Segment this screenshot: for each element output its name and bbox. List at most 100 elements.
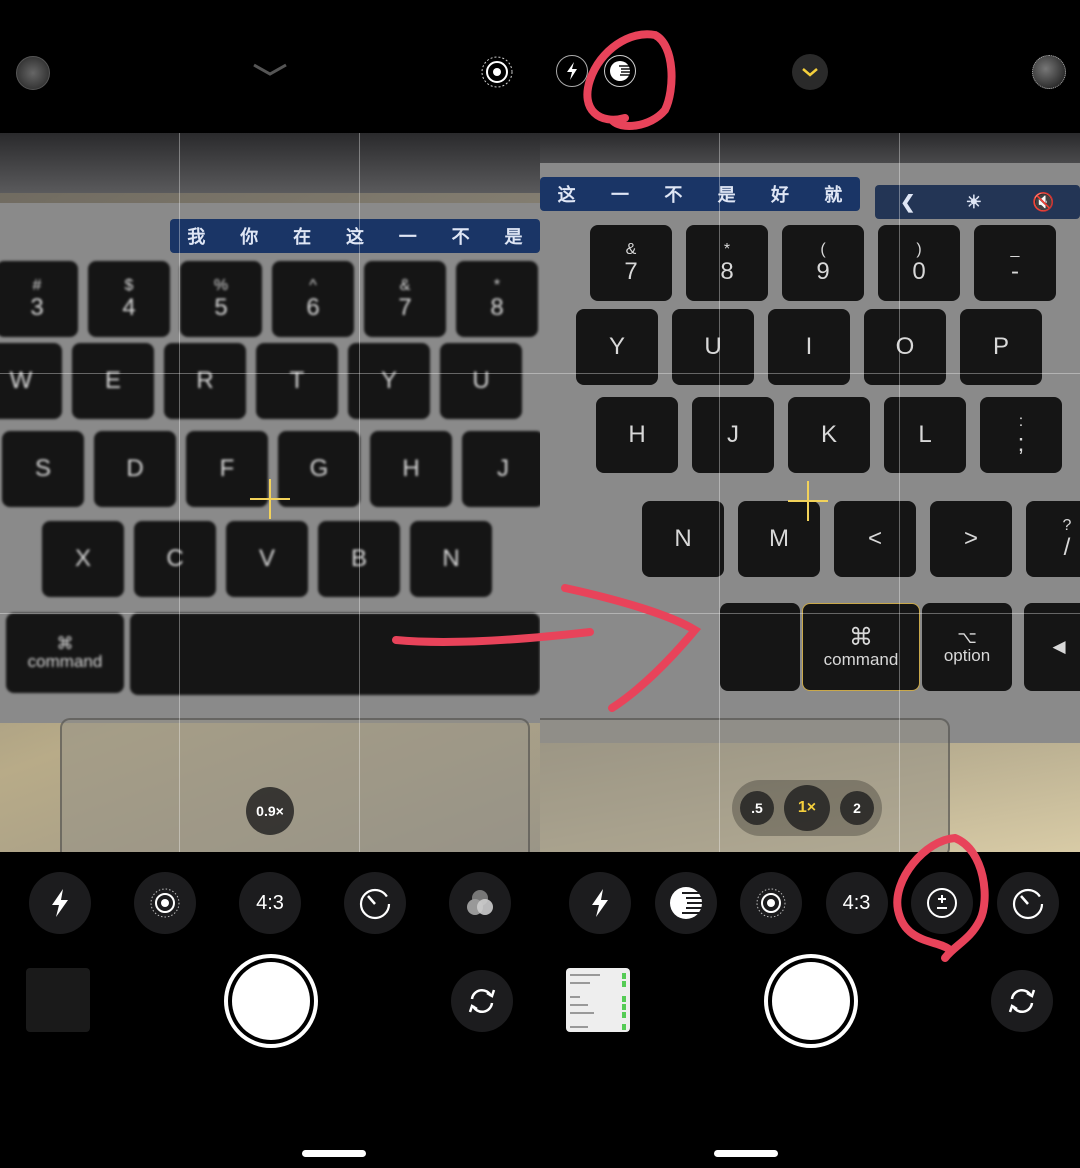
- grid-line: [179, 133, 180, 852]
- live-photo-off-icon[interactable]: [1032, 55, 1066, 89]
- home-indicator[interactable]: [302, 1150, 366, 1157]
- key: S: [2, 431, 84, 507]
- zoom-selector: .5 1× 2: [732, 780, 882, 836]
- grid-line: [0, 613, 540, 614]
- key-symbol: ): [916, 241, 922, 258]
- touch-bar-control: ❮: [900, 191, 916, 212]
- aspect-ratio-button[interactable]: 4:3: [825, 872, 888, 934]
- flash-button[interactable]: [29, 872, 91, 934]
- camera-screen-after: 这一不是好就 ❮ ☀ 🔇 & 7 * 8(9) 0 _ - Y U I O P H J K L:; N M < >? / ⌘…: [540, 0, 1080, 1168]
- key-symbol: &: [625, 241, 637, 258]
- aspect-ratio-button[interactable]: 4:3: [239, 872, 301, 934]
- night-mode-button[interactable]: [654, 872, 717, 934]
- key-label: Y: [608, 333, 625, 361]
- key-label: >: [963, 525, 978, 553]
- key-label: 9: [816, 257, 830, 285]
- shutter-button[interactable]: [224, 954, 318, 1048]
- flash-icon[interactable]: [556, 55, 588, 87]
- arrow-left-key: ◀: [1024, 603, 1080, 691]
- key-symbol: ⌥: [957, 628, 977, 648]
- key-label: J: [727, 421, 739, 449]
- viewfinder[interactable]: 我你在这一不是 #3 $4% 5 ^ 6 & 7 * 8 W E R T Y U S D F G H J X C V B N ⌘ …: [0, 133, 540, 852]
- key: % 5: [180, 261, 262, 337]
- photo-thumbnail[interactable]: [26, 968, 90, 1032]
- flip-camera-button[interactable]: [991, 970, 1053, 1032]
- flash-icon: [588, 888, 612, 918]
- key-symbol: *: [493, 277, 501, 294]
- key: C: [134, 521, 216, 597]
- chevron-down-icon[interactable]: [250, 60, 290, 80]
- key: V: [226, 521, 308, 597]
- key-symbol: ?: [1062, 517, 1072, 534]
- key-label: 3: [30, 293, 44, 321]
- key: $4: [88, 261, 170, 337]
- key-label: option: [943, 646, 991, 665]
- zoom-option-button[interactable]: 2: [840, 791, 874, 825]
- key: _ -: [974, 225, 1056, 301]
- live-photo-icon[interactable]: [480, 55, 514, 89]
- timer-icon: [1011, 886, 1045, 920]
- key: <: [834, 501, 916, 577]
- touch-bar-candidate: 你: [240, 227, 259, 247]
- flip-camera-button[interactable]: [451, 970, 513, 1032]
- key: N: [410, 521, 492, 597]
- key: (9: [782, 225, 864, 301]
- shutter-button[interactable]: [764, 954, 858, 1048]
- touch-bar-control: ☀: [965, 191, 982, 212]
- key: L: [884, 397, 966, 473]
- key-label: C: [166, 545, 184, 573]
- option-key: ⌥ option: [922, 603, 1012, 691]
- timer-button[interactable]: [344, 872, 406, 934]
- key: & 7: [590, 225, 672, 301]
- key-label: V: [258, 545, 275, 573]
- key-label: K: [820, 421, 837, 449]
- key-label: X: [74, 545, 91, 573]
- grid-line: [0, 373, 540, 374]
- chevron-down-icon[interactable]: [792, 54, 828, 90]
- timer-button[interactable]: [996, 872, 1059, 934]
- key-label: 0: [912, 257, 926, 285]
- key-symbol: %: [213, 277, 229, 294]
- flash-button[interactable]: [569, 872, 631, 934]
- zoom-option-button[interactable]: 1×: [784, 785, 830, 831]
- live-photo-indicator-icon[interactable]: [16, 56, 50, 90]
- touch-bar-candidate: 不: [664, 185, 683, 205]
- zoom-option-button[interactable]: .5: [740, 791, 774, 825]
- key-label: I: [805, 333, 813, 361]
- key: :;: [980, 397, 1062, 473]
- exposure-icon: [925, 886, 959, 920]
- timer-icon: [358, 886, 392, 920]
- key-label: 8: [720, 257, 734, 285]
- filters-button[interactable]: [449, 872, 511, 934]
- key: ? /: [1026, 501, 1080, 577]
- live-photo-button[interactable]: [740, 872, 802, 934]
- viewfinder[interactable]: 这一不是好就 ❮ ☀ 🔇 & 7 * 8(9) 0 _ - Y U I O P H J K L:; N M < >? / ⌘…: [540, 133, 1080, 852]
- key: [720, 603, 800, 691]
- key-label: 6: [306, 293, 320, 321]
- key-label: J: [497, 455, 509, 483]
- flip-camera-icon: [468, 989, 496, 1013]
- touch-bar-control: 🔇: [1032, 191, 1055, 212]
- live-photo-button[interactable]: [134, 872, 196, 934]
- key-label: F: [219, 455, 235, 483]
- key: D: [94, 431, 176, 507]
- key-symbol: (: [820, 241, 826, 258]
- key-symbol: &: [399, 277, 411, 294]
- touch-bar-candidate: 我: [187, 227, 206, 247]
- key-label: ;: [1017, 429, 1025, 457]
- home-indicator[interactable]: [714, 1150, 778, 1157]
- key-label: S: [34, 455, 51, 483]
- zoom-label: 0.9×: [256, 803, 284, 819]
- focus-crosshair: [788, 481, 828, 521]
- photo-thumbnail[interactable]: [566, 968, 630, 1032]
- key: ^ 6: [272, 261, 354, 337]
- key-label: 5: [214, 293, 228, 321]
- zoom-button[interactable]: 0.9×: [246, 787, 294, 835]
- key-label: P: [992, 333, 1009, 361]
- key: R: [164, 343, 246, 419]
- key-label: 7: [624, 257, 638, 285]
- exposure-button[interactable]: [911, 872, 973, 934]
- key-label: N: [674, 525, 692, 553]
- flip-camera-icon: [1008, 989, 1036, 1013]
- night-mode-icon[interactable]: [604, 55, 636, 87]
